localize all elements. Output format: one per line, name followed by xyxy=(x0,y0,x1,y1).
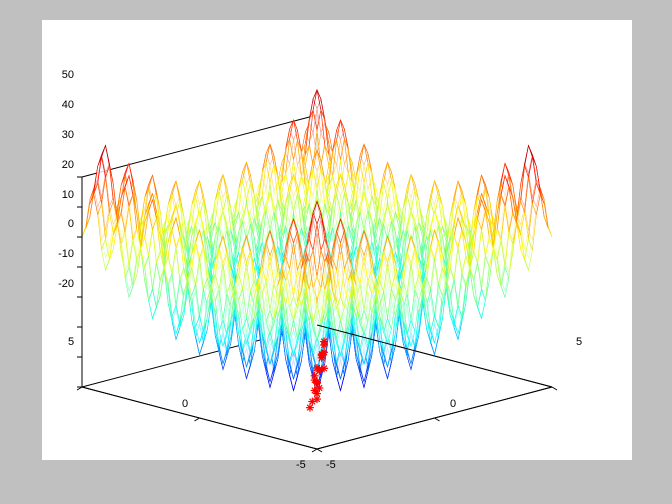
surface-plot xyxy=(42,20,632,460)
z-tick--10: -10 xyxy=(52,248,74,260)
z-tick-30: 30 xyxy=(52,129,74,141)
y-tick-5: 5 xyxy=(68,336,74,348)
y-tick-0: 0 xyxy=(182,398,188,410)
x-tick-5: 5 xyxy=(576,336,582,348)
z-tick-0: 0 xyxy=(52,218,74,230)
x-tick--5: -5 xyxy=(326,459,336,471)
z-tick-50: 50 xyxy=(52,69,74,81)
z-tick-40: 40 xyxy=(52,99,74,111)
z-tick-20: 20 xyxy=(52,159,74,171)
axes-3d xyxy=(42,20,632,460)
x-tick-0: 0 xyxy=(450,398,456,410)
z-tick--20: -20 xyxy=(52,278,74,290)
figure-window: 50 40 30 20 10 0 -10 -20 5 0 -5 -5 0 5 xyxy=(0,0,672,504)
y-tick--5: -5 xyxy=(296,459,306,471)
z-tick-10: 10 xyxy=(52,189,74,201)
